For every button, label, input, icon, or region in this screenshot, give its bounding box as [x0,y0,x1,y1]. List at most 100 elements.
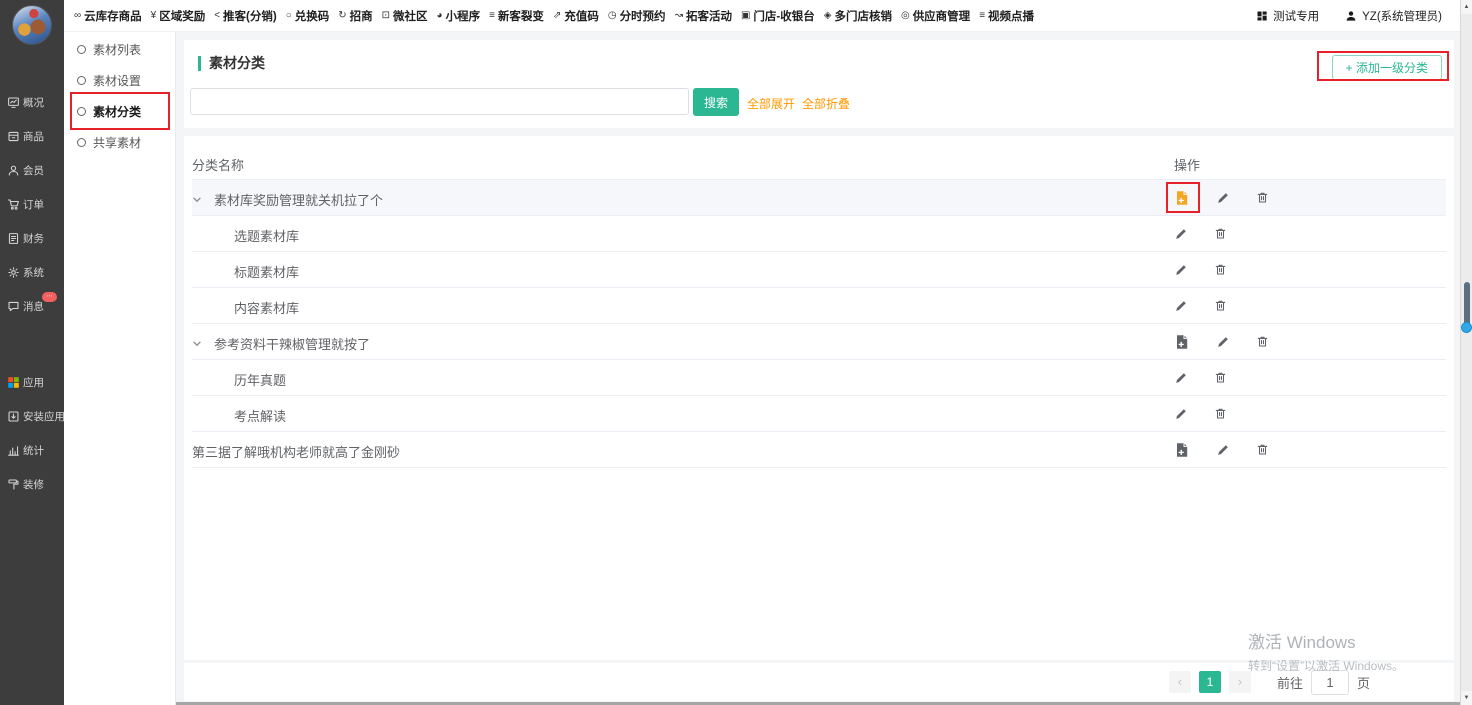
sidebar-item-system[interactable]: 系统 [0,255,64,289]
scrollbar[interactable]: ▲ ▼ [1460,0,1472,705]
fission-icon: ≡ [489,10,495,21]
delete-icon[interactable] [1256,443,1269,456]
user-menu[interactable]: YZ(系统管理员) [1345,8,1442,24]
sidebar-item-stats[interactable]: 统计 [0,433,64,467]
topnav-item-13[interactable]: ◎供应商管理 [901,8,970,24]
secondary-item-3[interactable]: 共享素材 [64,127,175,158]
topnav-item-2[interactable]: <推客(分销) [214,8,277,24]
finance-icon [7,232,20,245]
topnav-item-3[interactable]: ○兑换码 [286,8,330,24]
sidebar-item-decorate[interactable]: 装修 [0,467,64,501]
edit-icon[interactable] [1174,407,1188,421]
topnav-item-10[interactable]: ↝拓客活动 [675,8,732,24]
delete-icon[interactable] [1214,263,1227,276]
collapse-all-link[interactable]: 全部折叠 [802,95,850,112]
row-actions [1174,360,1227,395]
topnav-item-8[interactable]: ⇗充值码 [553,8,599,24]
topnav-item-12[interactable]: ◈多门店核销 [824,8,892,24]
topnav-item-label: 新客裂变 [498,8,544,24]
main-content: 素材分类 + 添加一级分类 搜索 全部展开 全部折叠 分类名称 操作 素材库奖励… [176,32,1460,705]
category-name: 参考资料干辣椒管理就按了 [214,334,370,353]
sidebar-item-overview[interactable]: 概况 [0,85,64,119]
topnav-item-6[interactable]: ◕小程序 [437,8,481,24]
supplier-icon: ◎ [901,10,910,21]
delete-icon[interactable] [1214,371,1227,384]
redeem-code-icon: ○ [286,10,292,21]
topnav-item-0[interactable]: ∞云库存商品 [74,8,142,24]
sidebar-item-finance[interactable]: 财务 [0,221,64,255]
secondary-item-2[interactable]: 素材分类 [64,96,175,127]
activity-icon: ↝ [675,10,683,21]
scroll-up-arrow[interactable]: ▲ [1461,0,1472,14]
sidebar-item-member[interactable]: 会员 [0,153,64,187]
edit-icon[interactable] [1216,335,1230,349]
edit-icon[interactable] [1174,227,1188,241]
table-row: 历年真题 [192,360,1446,396]
category-name: 第三据了解哦机构老师就高了金刚砂 [192,442,400,461]
cashier-icon: ▣ [741,10,750,21]
topnav-item-9[interactable]: ◷分时预约 [608,8,666,24]
add-subcategory-icon[interactable] [1174,442,1190,458]
add-subcategory-icon[interactable] [1174,190,1190,206]
secondary-item-0[interactable]: 素材列表 [64,34,175,65]
edit-icon[interactable] [1174,263,1188,277]
topnav-item-14[interactable]: ≡视频点播 [979,8,1034,24]
secondary-item-label: 素材分类 [93,103,141,120]
decorate-icon [7,478,20,491]
sidebar-item-label: 财务 [23,231,44,246]
edit-icon[interactable] [1216,443,1230,457]
add-subcategory-icon[interactable] [1174,334,1190,350]
scroll-down-arrow[interactable]: ▼ [1461,691,1472,705]
current-page-button[interactable]: 1 [1199,671,1221,693]
delete-icon[interactable] [1256,191,1269,204]
prev-page-button[interactable]: ‹ [1169,671,1191,693]
sidebar-item-goods[interactable]: 商品 [0,119,64,153]
goods-icon [7,130,20,143]
topnav-item-5[interactable]: ⊡微社区 [382,8,428,24]
toolbar-card: 素材分类 + 添加一级分类 搜索 全部展开 全部折叠 [184,40,1454,128]
topnav-item-label: 充值码 [564,8,599,24]
chain-icon: ∞ [74,10,81,21]
row-actions [1174,252,1227,287]
topnav-item-11[interactable]: ▣门店-收银台 [741,8,815,24]
secondary-item-1[interactable]: 素材设置 [64,65,175,96]
avatar[interactable] [12,5,52,45]
share-icon: < [214,10,220,21]
chevron-down-icon[interactable] [192,193,202,208]
sidebar-item-apps[interactable]: 应用 [0,365,64,399]
delete-icon[interactable] [1214,407,1227,420]
order-icon [7,198,20,211]
grid-icon [1256,10,1268,22]
topnav: ∞云库存商品 ¥区域奖励 <推客(分销) ○兑换码 ↻招商 ⊡微社区 ◕小程序 ≡新客裂变 ⇗充… [64,0,1460,32]
topnav-items: ∞云库存商品 ¥区域奖励 <推客(分销) ○兑换码 ↻招商 ⊡微社区 ◕小程序 ≡新客裂变 ⇗充… [74,8,1034,24]
sidebar-item-label: 装修 [23,477,44,492]
chevron-down-icon[interactable] [192,337,202,352]
sidebar-item-install[interactable]: 安装应用 [0,399,64,433]
search-button[interactable]: 搜索 [693,88,739,116]
edit-icon[interactable] [1174,371,1188,385]
next-page-button[interactable]: › [1229,671,1251,693]
column-actions: 操作 [1174,155,1200,174]
topnav-item-label: 推客(分销) [223,8,277,24]
expand-all-link[interactable]: 全部展开 [747,95,795,112]
workspace-switcher[interactable]: 测试专用 [1256,8,1319,24]
appointment-icon: ◷ [608,10,617,21]
edit-icon[interactable] [1174,299,1188,313]
add-category-button[interactable]: + 添加一级分类 [1332,55,1442,80]
user-icon [1345,10,1357,22]
sidebar-item-label: 会员 [23,163,44,178]
search-input[interactable] [190,88,689,115]
delete-icon[interactable] [1214,299,1227,312]
topnav-item-label: 多门店核销 [834,8,892,24]
edit-icon[interactable] [1216,191,1230,205]
delete-icon[interactable] [1214,227,1227,240]
delete-icon[interactable] [1256,335,1269,348]
sidebar-item-message[interactable]: 消息⋯ [0,289,64,323]
table-row: 参考资料干辣椒管理就按了 [192,324,1446,360]
sidebar-item-order[interactable]: 订单 [0,187,64,221]
sidebar-item-label: 统计 [23,443,44,458]
mini-program-icon: ◕ [437,10,443,21]
topnav-item-7[interactable]: ≡新客裂变 [489,8,544,24]
topnav-item-1[interactable]: ¥区域奖励 [151,8,206,24]
topnav-item-4[interactable]: ↻招商 [338,8,372,24]
